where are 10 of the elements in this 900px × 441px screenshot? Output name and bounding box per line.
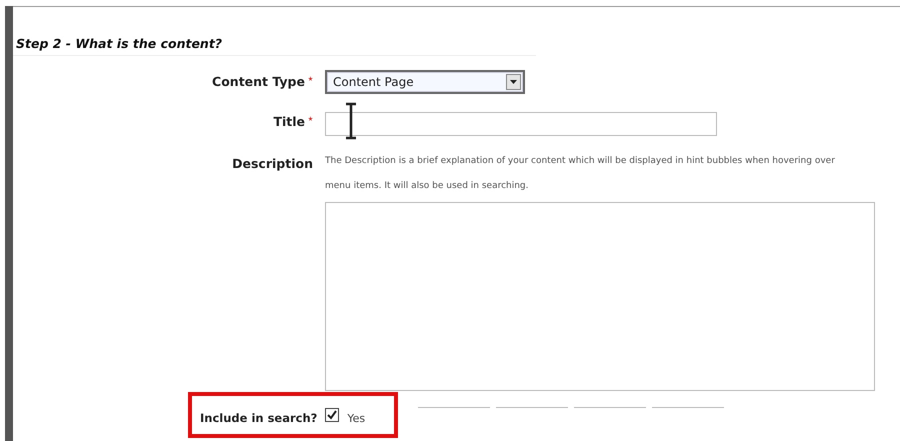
field-label: Title (273, 114, 305, 129)
description-hint: The Description is a brief explanation of your content which will be displayed in hint bubbles when hovering over menu items. It will also be used in searching. (325, 155, 836, 193)
text-cursor-icon (344, 102, 358, 140)
section-title: Step 2 - What is the content? (13, 36, 536, 56)
field-label: Include in search? (200, 411, 318, 425)
content-type-dropdown[interactable]: Content Page (325, 70, 525, 94)
checkbox[interactable] (325, 408, 340, 422)
field-label: Content Type (212, 74, 305, 89)
checkbox-label: Yes (347, 412, 366, 424)
field-label: Description (232, 156, 313, 171)
